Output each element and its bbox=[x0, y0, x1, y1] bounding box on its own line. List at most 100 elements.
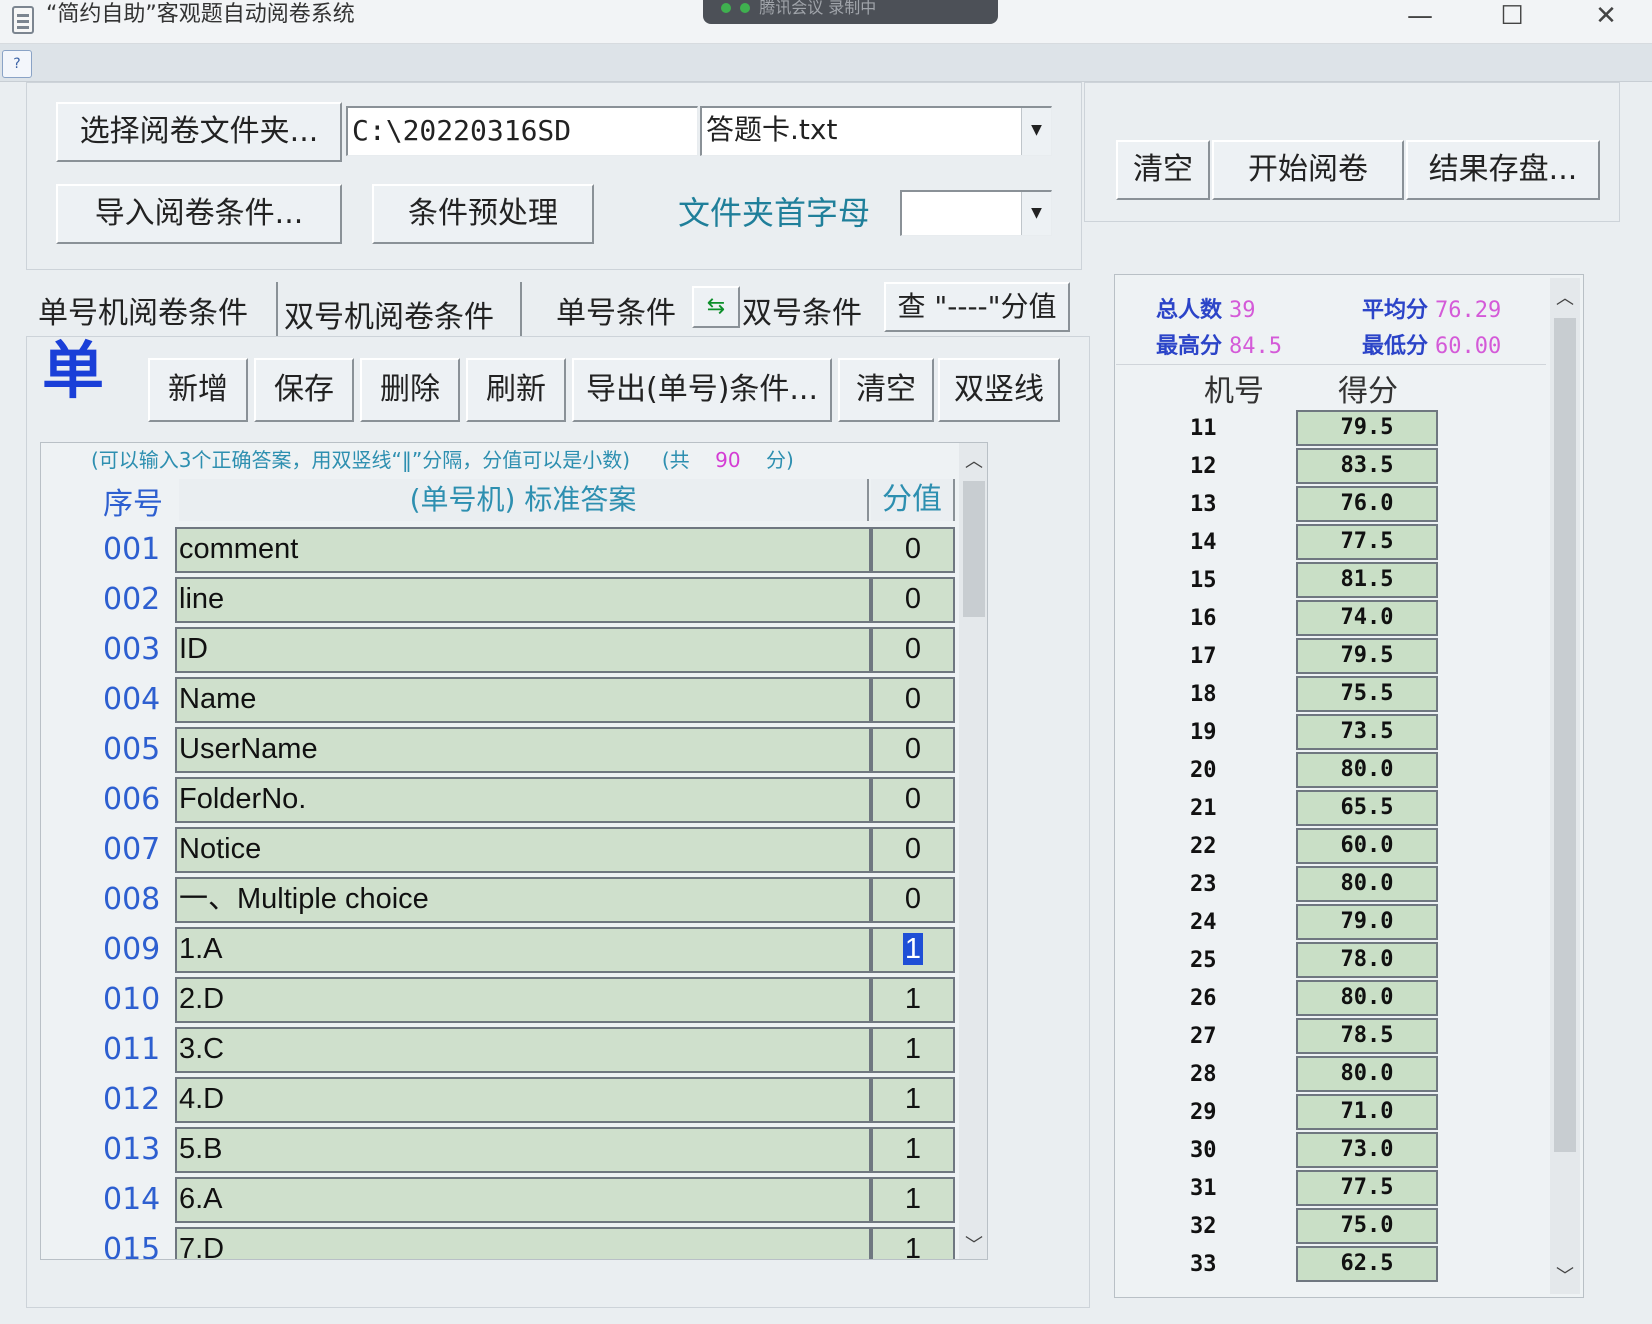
score-cell[interactable]: 0 bbox=[871, 677, 955, 723]
result-score: 79.5 bbox=[1296, 410, 1438, 446]
close-button[interactable]: ✕ bbox=[1576, 0, 1636, 34]
refresh-button[interactable]: 刷新 bbox=[466, 358, 566, 422]
score-cell[interactable]: 1 bbox=[871, 1227, 955, 1259]
clear-results-button[interactable]: 清空 bbox=[1116, 140, 1210, 200]
answer-cell[interactable]: FolderNo. bbox=[175, 777, 871, 823]
row-seq: 008 bbox=[103, 882, 161, 917]
scroll-up-icon[interactable]: ︿ bbox=[959, 447, 987, 473]
row-seq: 006 bbox=[103, 782, 161, 817]
folder-initial-select[interactable]: ▼ bbox=[900, 190, 1052, 236]
machine-no: 21 bbox=[1190, 796, 1217, 821]
machine-no: 31 bbox=[1190, 1176, 1217, 1201]
answer-cell[interactable]: 7.D bbox=[175, 1227, 871, 1259]
total-suffix: 分) bbox=[766, 448, 794, 472]
answer-cell[interactable]: 一、Multiple choice bbox=[175, 877, 871, 923]
chevron-down-icon[interactable]: ▼ bbox=[1021, 108, 1051, 155]
clear-conditions-button[interactable]: 清空 bbox=[838, 358, 934, 422]
start-grading-button[interactable]: 开始阅卷 bbox=[1212, 140, 1404, 200]
score-cell-selected[interactable]: 1 bbox=[871, 927, 955, 973]
score-cell[interactable]: 0 bbox=[871, 777, 955, 823]
machine-no: 11 bbox=[1190, 416, 1217, 441]
row-seq: 002 bbox=[103, 582, 161, 617]
double-condition-label: 双号条件 bbox=[742, 296, 862, 331]
score-cell[interactable]: 1 bbox=[871, 1077, 955, 1123]
meeting-recording-bar[interactable]: 腾讯会议 录制中 bbox=[703, 0, 998, 24]
select-folder-button[interactable]: 选择阅卷文件夹... bbox=[56, 102, 342, 162]
result-row: 23 80.0 bbox=[1150, 866, 1450, 904]
machine-no: 15 bbox=[1190, 568, 1217, 593]
chevron-down-icon[interactable]: ▼ bbox=[1021, 192, 1051, 235]
answer-file-select[interactable]: 答题卡.txt ▼ bbox=[700, 106, 1052, 156]
help-icon[interactable]: ? bbox=[2, 50, 32, 78]
tab-divider bbox=[276, 282, 278, 336]
scroll-up-icon[interactable]: ︿ bbox=[1550, 284, 1580, 310]
answer-cell[interactable]: 6.A bbox=[175, 1177, 871, 1223]
answer-cell[interactable]: ID bbox=[175, 627, 871, 673]
query-score-button[interactable]: 查 "----"分值 bbox=[884, 282, 1070, 332]
score-cell[interactable]: 0 bbox=[871, 877, 955, 923]
score-cell[interactable]: 0 bbox=[871, 577, 955, 623]
scroll-thumb[interactable] bbox=[963, 481, 985, 617]
score-cell[interactable]: 1 bbox=[871, 977, 955, 1023]
score-cell[interactable]: 0 bbox=[871, 827, 955, 873]
export-conditions-button[interactable]: 导出(单号)条件... bbox=[572, 358, 832, 422]
result-score: 80.0 bbox=[1296, 980, 1438, 1016]
answer-cell[interactable]: 4.D bbox=[175, 1077, 871, 1123]
result-row: 16 74.0 bbox=[1150, 600, 1450, 638]
maximize-button[interactable]: ☐ bbox=[1482, 0, 1542, 34]
title-bar: “简约自助”客观题自动阅卷系统 腾讯会议 录制中 — ☐ ✕ bbox=[0, 0, 1652, 44]
import-conditions-button[interactable]: 导入阅卷条件... bbox=[56, 184, 342, 244]
tab-single-conditions[interactable]: 单号机阅卷条件 bbox=[38, 288, 248, 332]
scroll-down-icon[interactable]: ﹀ bbox=[1550, 1262, 1580, 1288]
machine-no: 33 bbox=[1190, 1252, 1217, 1277]
average-label: 平均分 bbox=[1362, 298, 1429, 323]
column-header-score: 分值 bbox=[871, 479, 955, 521]
result-score: 80.0 bbox=[1296, 1056, 1438, 1092]
result-score: 80.0 bbox=[1296, 866, 1438, 902]
result-row: 17 79.5 bbox=[1150, 638, 1450, 676]
save-button[interactable]: 保存 bbox=[254, 358, 354, 422]
table-row: 007 Notice 0 bbox=[41, 827, 987, 874]
score-cell[interactable]: 1 bbox=[871, 1177, 955, 1223]
preprocess-button[interactable]: 条件预处理 bbox=[372, 184, 594, 244]
result-row: 33 62.5 bbox=[1150, 1246, 1450, 1284]
add-button[interactable]: 新增 bbox=[148, 358, 248, 422]
conditions-scrollbar[interactable]: ︿ ﹀ bbox=[959, 443, 987, 1259]
answer-cell[interactable]: Notice bbox=[175, 827, 871, 873]
machine-no: 19 bbox=[1190, 720, 1217, 745]
results-scrollbar[interactable]: ︿ ﹀ bbox=[1550, 278, 1580, 1294]
delete-button[interactable]: 删除 bbox=[360, 358, 460, 422]
folder-path-field[interactable]: C:\20220316SD bbox=[346, 106, 698, 156]
scroll-thumb[interactable] bbox=[1554, 318, 1576, 1152]
tab-double-conditions[interactable]: 双号机阅卷条件 bbox=[284, 292, 494, 336]
answer-cell[interactable]: 5.B bbox=[175, 1127, 871, 1173]
save-results-button[interactable]: 结果存盘... bbox=[1406, 140, 1600, 200]
answer-cell[interactable]: 2.D bbox=[175, 977, 871, 1023]
score-cell[interactable]: 0 bbox=[871, 527, 955, 573]
score-cell[interactable]: 0 bbox=[871, 627, 955, 673]
table-row: 014 6.A 1 bbox=[41, 1177, 987, 1224]
row-seq: 014 bbox=[103, 1182, 161, 1217]
scroll-down-icon[interactable]: ﹀ bbox=[959, 1231, 987, 1257]
table-row: 002 line 0 bbox=[41, 577, 987, 624]
table-row: 011 3.C 1 bbox=[41, 1027, 987, 1074]
answer-cell[interactable]: 1.A bbox=[175, 927, 871, 973]
grid-hint: (可以输入3个正确答案，用双竖线“‖”分隔，分值可以是小数) (共 90 分) bbox=[91, 443, 794, 477]
minimize-button[interactable]: — bbox=[1390, 0, 1450, 34]
answer-cell[interactable]: 3.C bbox=[175, 1027, 871, 1073]
app-icon bbox=[12, 6, 34, 34]
answer-cell[interactable]: UserName bbox=[175, 727, 871, 773]
column-header-result-score: 得分 bbox=[1338, 374, 1398, 409]
answer-cell[interactable]: Name bbox=[175, 677, 871, 723]
answer-cell[interactable]: line bbox=[175, 577, 871, 623]
row-seq: 003 bbox=[103, 632, 161, 667]
total-count-label: 总人数 bbox=[1156, 298, 1223, 323]
score-cell[interactable]: 1 bbox=[871, 1127, 955, 1173]
double-bar-button[interactable]: 双竖线 bbox=[938, 358, 1060, 422]
result-row: 21 65.5 bbox=[1150, 790, 1450, 828]
answer-cell[interactable]: comment bbox=[175, 527, 871, 573]
score-cell[interactable]: 1 bbox=[871, 1027, 955, 1073]
min-value: 60.00 bbox=[1435, 334, 1502, 359]
score-cell[interactable]: 0 bbox=[871, 727, 955, 773]
swap-icon[interactable]: ⇆ bbox=[692, 286, 740, 328]
